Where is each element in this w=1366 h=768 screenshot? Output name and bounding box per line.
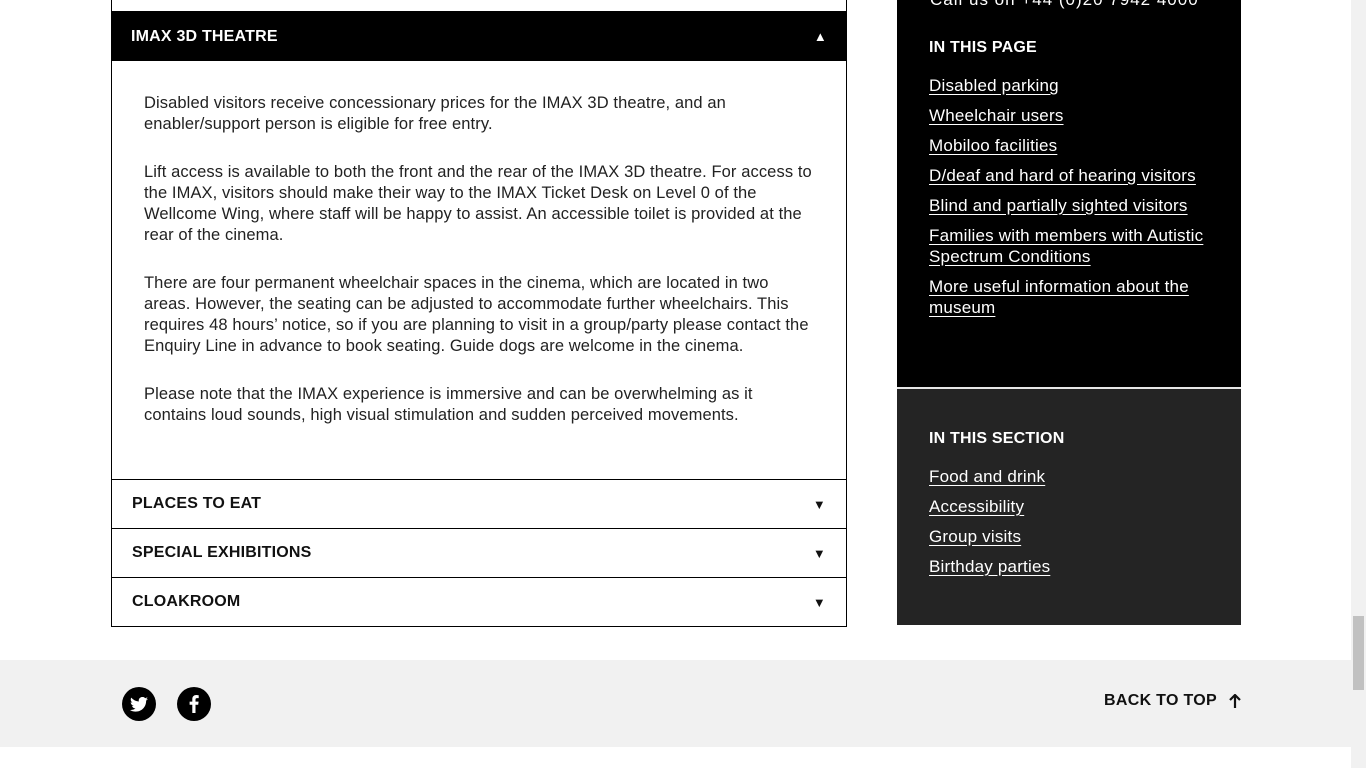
accordion-title: PLACES TO EAT (132, 495, 262, 512)
link-disabled-parking[interactable]: Disabled parking (929, 75, 1209, 96)
accordion-panel-imax: Disabled visitors receive concessionary … (111, 61, 847, 480)
chevron-up-icon: ▲ (813, 29, 827, 44)
accordion-header-places-to-eat[interactable]: PLACES TO EAT ▼ (111, 480, 847, 529)
link-birthday-parties[interactable]: Birthday parties (929, 556, 1209, 577)
link-blind-partially-sighted[interactable]: Blind and partially sighted visitors (929, 195, 1209, 216)
twitter-icon[interactable] (122, 687, 156, 721)
link-autistic-spectrum[interactable]: Families with members with Autistic Spec… (929, 225, 1209, 267)
accordion-header-cloakroom[interactable]: CLOAKROOM ▼ (111, 578, 847, 627)
accordion-title: IMAX 3D THEATRE (131, 27, 278, 45)
back-to-top-button[interactable]: BACK TO TOP (1104, 692, 1241, 710)
paragraph: Disabled visitors receive concessionary … (144, 94, 726, 133)
paragraph: Lift access is available to both the fro… (144, 163, 812, 244)
scrollbar-thumb[interactable] (1353, 616, 1364, 690)
in-this-section-heading: IN THIS SECTION (929, 430, 1065, 447)
scrollbar[interactable] (1351, 0, 1366, 768)
in-this-page-panel: Call us on +44 (0)20 7942 4000 IN THIS P… (897, 0, 1241, 387)
previous-accordion-item-edge (111, 0, 847, 12)
back-to-top-label: BACK TO TOP (1104, 692, 1217, 709)
chevron-down-icon: ▼ (812, 594, 826, 610)
footer: BACK TO TOP (0, 660, 1351, 747)
link-food-and-drink[interactable]: Food and drink (929, 466, 1209, 487)
in-this-section-panel: IN THIS SECTION Food and drink Accessibi… (897, 387, 1241, 625)
link-wheelchair-users[interactable]: Wheelchair users (929, 105, 1209, 126)
chevron-down-icon: ▼ (812, 496, 826, 512)
link-accessibility[interactable]: Accessibility (929, 496, 1209, 517)
facebook-icon[interactable] (177, 687, 211, 721)
link-more-useful-info[interactable]: More useful information about the museum (929, 276, 1209, 318)
sidebar: Call us on +44 (0)20 7942 4000 IN THIS P… (897, 0, 1241, 625)
accordion-title: CLOAKROOM (132, 593, 241, 610)
link-group-visits[interactable]: Group visits (929, 526, 1209, 547)
link-deaf-hard-of-hearing[interactable]: D/deaf and hard of hearing visitors (929, 165, 1209, 186)
paragraph: There are four permanent wheelchair spac… (144, 274, 809, 355)
in-this-section-links: Food and drink Accessibility Group visit… (929, 466, 1209, 577)
chevron-down-icon: ▼ (812, 545, 826, 561)
link-mobiloo-facilities[interactable]: Mobiloo facilities (929, 135, 1209, 156)
arrow-up-icon (1229, 693, 1241, 708)
paragraph: Please note that the IMAX experience is … (144, 385, 753, 424)
accordion-title: SPECIAL EXHIBITIONS (132, 544, 312, 561)
in-this-page-links: Disabled parking Wheelchair users Mobilo… (929, 75, 1209, 318)
accordion-header-imax[interactable]: IMAX 3D THEATRE ▲ (111, 12, 847, 61)
accordion: IMAX 3D THEATRE ▲ Disabled visitors rece… (111, 0, 847, 627)
page-bottom (0, 747, 1351, 768)
phone-number: Call us on +44 (0)20 7942 4000 (930, 0, 1199, 10)
accordion-header-special-exhibitions[interactable]: SPECIAL EXHIBITIONS ▼ (111, 529, 847, 578)
